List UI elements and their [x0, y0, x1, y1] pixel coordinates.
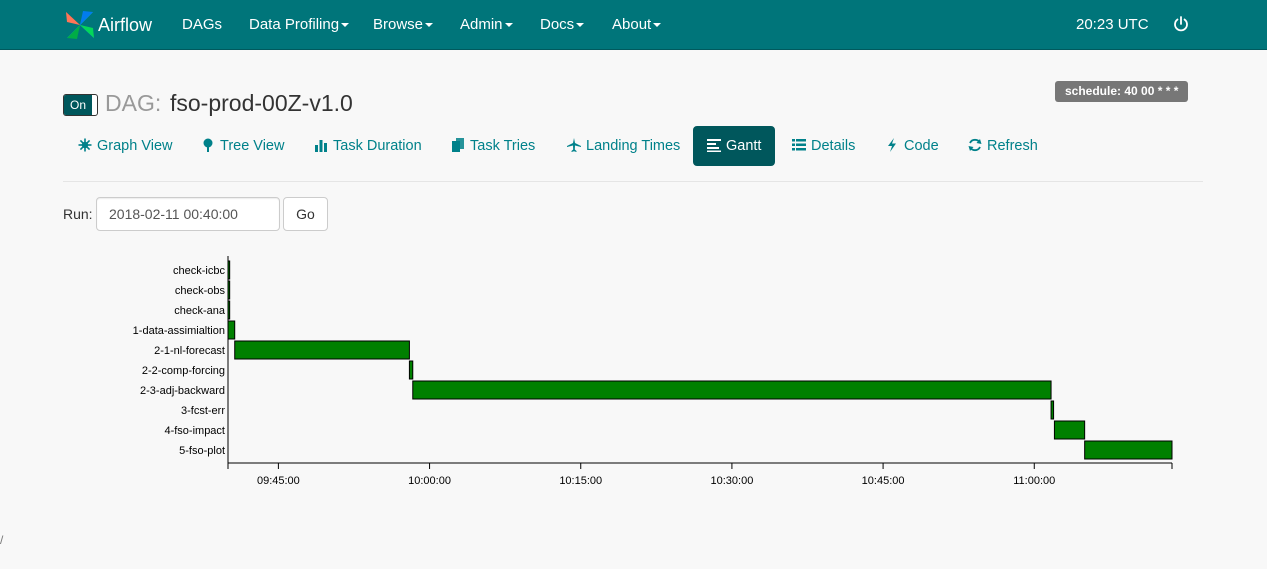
tab-gantt[interactable]: Gantt	[693, 126, 776, 166]
gantt-x-tick-label: 11:00:00	[1013, 475, 1055, 487]
tree-icon	[203, 138, 213, 152]
tab-tree-view-label: Tree View	[220, 138, 285, 154]
refresh-icon	[968, 138, 982, 152]
airflow-pinwheel-icon	[66, 11, 94, 39]
tab-task-tries[interactable]: Task Tries	[437, 126, 549, 166]
tab-task-tries-label: Task Tries	[470, 138, 536, 154]
gantt-task-bar[interactable]	[227, 300, 231, 320]
nav-browse[interactable]: Browse	[373, 16, 434, 33]
run-label: Run:	[63, 206, 93, 222]
tab-code[interactable]: Code	[871, 126, 953, 166]
tab-code-label: Code	[904, 138, 939, 154]
tab-tree-view[interactable]: Tree View	[187, 126, 298, 166]
gantt-task-label: 1-data-assimialtion	[133, 325, 225, 337]
power-icon[interactable]	[1172, 15, 1190, 33]
flash-icon	[888, 138, 896, 152]
gantt-task-label: 2-1-nl-forecast	[154, 345, 225, 357]
gantt-x-tick-label: 10:45:00	[862, 475, 905, 487]
caret-down-icon	[576, 23, 585, 28]
gantt-task-bar[interactable]	[1053, 420, 1086, 440]
tabs-divider	[63, 181, 1203, 182]
gantt-task-label: check-ana	[174, 305, 226, 317]
gantt-task-label: 4-fso-impact	[164, 425, 225, 437]
tab-landing-times-label: Landing Times	[586, 138, 681, 154]
nav-browse-label: Browse	[373, 16, 424, 33]
nav-docs[interactable]: Docs	[540, 16, 585, 33]
gantt-chart: check-icbc check-obs check-ana 1-data-assim…	[133, 256, 1173, 487]
caret-down-icon	[504, 23, 513, 28]
nav-admin-label: Admin	[460, 16, 503, 33]
gantt-task-bar[interactable]	[408, 360, 414, 380]
gantt-x-tick-label: 09:45:00	[257, 475, 300, 487]
gantt-task-bar[interactable]	[227, 280, 231, 300]
utc-clock: 20:23 UTC	[1076, 16, 1149, 33]
tab-landing-times[interactable]: Landing Times	[553, 126, 694, 166]
brand[interactable]: Airflow	[64, 9, 152, 41]
nav-data-profiling-label: Data Profiling	[249, 16, 340, 33]
nav-about-label: About	[612, 16, 652, 33]
top-navbar: Airflow DAGs Data Profiling Browse Admin…	[0, 0, 1267, 50]
tab-refresh-label: Refresh	[987, 138, 1038, 154]
gantt-task-bar[interactable]	[227, 260, 231, 280]
tab-graph-view-label: Graph View	[97, 138, 173, 154]
align-left-icon	[707, 139, 721, 152]
gantt-task-label: check-icbc	[173, 265, 225, 277]
nav-admin[interactable]: Admin	[460, 16, 513, 33]
gantt-task-label: check-obs	[175, 285, 226, 297]
tab-details[interactable]: Details	[778, 126, 869, 166]
tab-details-label: Details	[811, 138, 856, 154]
tab-graph-view[interactable]: Graph View	[64, 126, 187, 166]
gantt-task-label: 3-fcst-err	[181, 405, 225, 417]
gantt-task-bar[interactable]	[234, 340, 410, 360]
nav-docs-label: Docs	[540, 16, 575, 33]
dag-title: fso-prod-00Z-v1.0	[170, 90, 353, 116]
dag-pause-toggle[interactable]: On	[63, 94, 98, 116]
gantt-x-tick-label: 10:00:00	[408, 475, 451, 487]
gantt-task-bar[interactable]	[1084, 440, 1173, 460]
gantt-task-label: 5-fso-plot	[179, 445, 225, 457]
schedule-badge: schedule: 40 00 * * *	[1055, 81, 1189, 102]
gantt-task-label: 2-3-adj-backward	[140, 385, 225, 397]
gantt-task-bar[interactable]	[1050, 400, 1055, 420]
gantt-task-bar[interactable]	[227, 320, 236, 340]
caret-down-icon	[425, 23, 434, 28]
run-select-input[interactable]	[96, 197, 280, 231]
caret-down-icon	[653, 23, 662, 28]
bar-chart-icon	[315, 140, 327, 152]
list-icon	[792, 139, 806, 151]
caret-down-icon	[341, 23, 350, 28]
nav-data-profiling[interactable]: Data Profiling	[249, 16, 350, 33]
go-button[interactable]: Go	[283, 197, 328, 231]
toggle-on-label: On	[64, 95, 92, 115]
duplicate-icon	[452, 138, 464, 152]
nav-dags-label: DAGs	[182, 16, 223, 33]
dag-prefix: DAG:	[105, 90, 162, 116]
gantt-x-tick-label: 10:15:00	[559, 475, 602, 487]
brand-name: Airflow	[98, 14, 153, 35]
nav-about[interactable]: About	[612, 16, 662, 33]
corner-mark: /	[0, 533, 4, 547]
plane-icon	[567, 138, 581, 152]
tab-refresh[interactable]: Refresh	[954, 126, 1052, 166]
gantt-x-tick-label: 10:30:00	[711, 475, 754, 487]
gantt-task-label: 2-2-comp-forcing	[142, 365, 225, 377]
gantt-task-bar[interactable]	[412, 380, 1052, 400]
tab-task-duration[interactable]: Task Duration	[300, 126, 436, 166]
nav-dags[interactable]: DAGs	[182, 16, 222, 33]
tab-gantt-label: Gantt	[726, 138, 762, 154]
tab-task-duration-label: Task Duration	[333, 138, 422, 154]
graph-icon	[78, 138, 92, 152]
